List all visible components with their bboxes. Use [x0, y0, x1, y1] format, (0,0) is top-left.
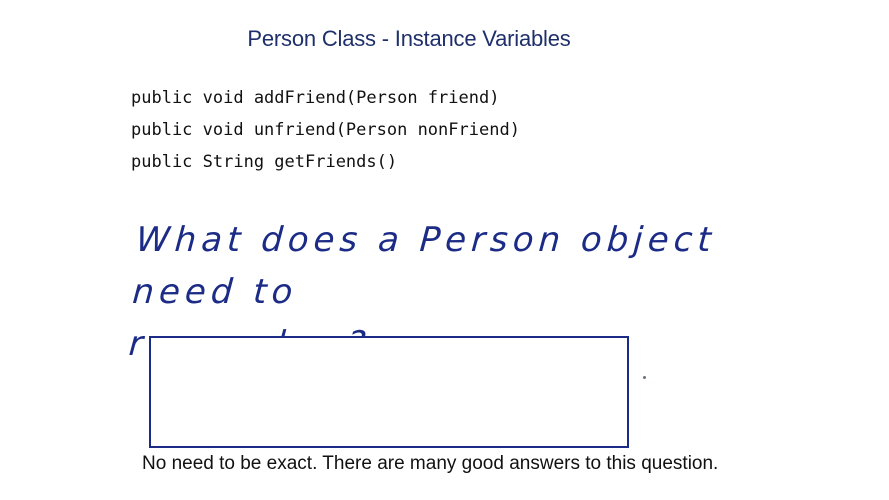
lesson-slide: Person Class - Instance Variables public… [0, 0, 889, 500]
code-line-get-friends: public String getFriends() [131, 152, 398, 172]
question-line-1: What does a Person object need to [131, 220, 718, 312]
stray-dot [643, 376, 646, 379]
answer-input-box[interactable] [149, 336, 629, 448]
code-line-unfriend: public void unfriend(Person nonFriend) [131, 120, 520, 140]
slide-title: Person Class - Instance Variables [247, 26, 571, 51]
method-signatures: public void addFriend(Person friend) pub… [131, 86, 520, 182]
answer-hint: No need to be exact. There are many good… [142, 453, 719, 474]
code-line-add-friend: public void addFriend(Person friend) [131, 88, 500, 108]
